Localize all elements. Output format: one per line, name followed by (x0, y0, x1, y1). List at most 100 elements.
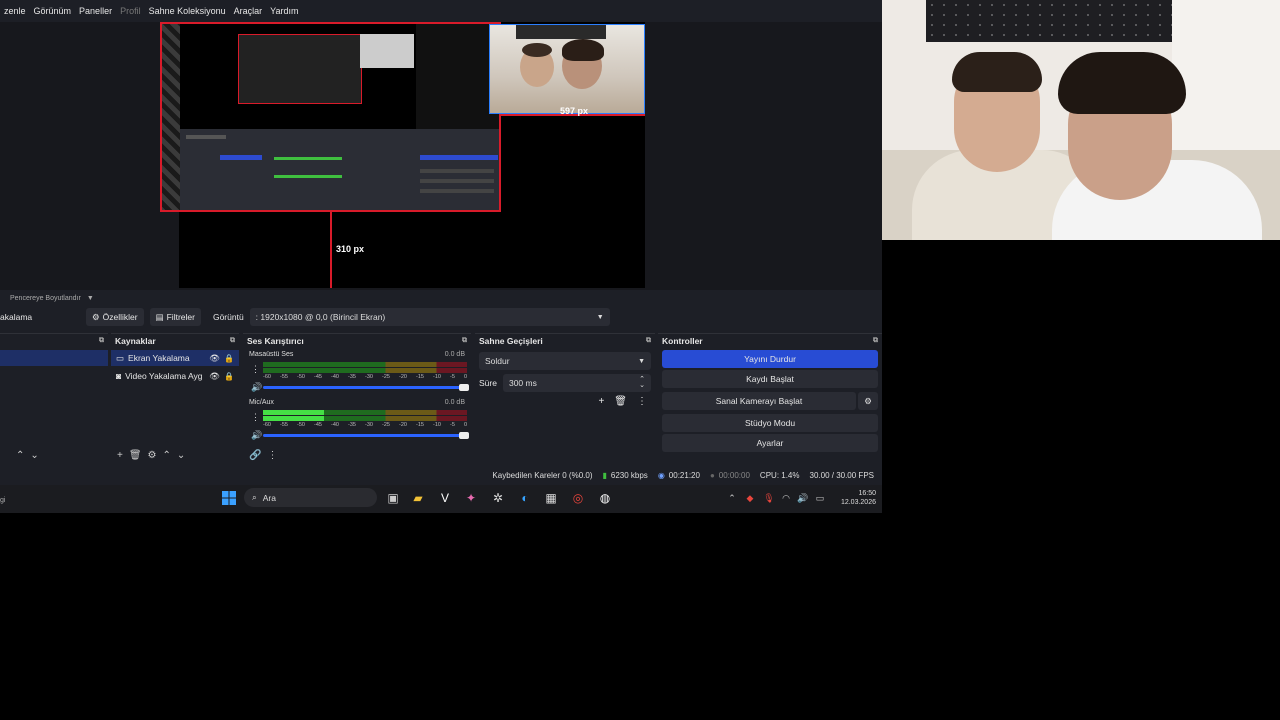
spin-arrows-icon[interactable]: ⌃ ⌄ (639, 376, 645, 389)
properties-button[interactable]: ⚙ Özellikler (86, 308, 144, 326)
source-label: Video Yakalama Ayg (125, 371, 203, 381)
search-icon: ⌕ (252, 492, 257, 502)
obs-icon[interactable]: ◍ (597, 490, 613, 506)
volume-icon[interactable]: 🔊 (795, 490, 811, 506)
undock-icon[interactable]: ⧉ (230, 337, 235, 345)
display-select[interactable]: : 1920x1080 @ 0,0 (Birincil Ekran) ▼ (249, 308, 610, 326)
store-icon[interactable]: ▦ (543, 490, 559, 506)
menu-docks[interactable]: Paneller (75, 6, 116, 16)
chrome-icon[interactable]: ◎ (570, 490, 586, 506)
link-icon[interactable]: 🔗 (249, 450, 261, 461)
scenes-dock-title: ⧉ (0, 334, 108, 348)
battery-icon[interactable]: ▭ (812, 490, 828, 506)
volume-slider[interactable] (263, 384, 469, 391)
slider-knob[interactable] (459, 384, 469, 391)
eye-icon[interactable]: 👁 (209, 353, 220, 364)
tick: -40 (331, 422, 339, 428)
transition-select[interactable]: Soldur ▼ (479, 352, 651, 370)
chatgpt-icon[interactable]: ✲ (490, 490, 506, 506)
settings-button[interactable]: Ayarlar (662, 434, 878, 452)
source-label: Ekran Yakalama (128, 353, 190, 363)
undock-icon[interactable]: ⧉ (462, 337, 467, 345)
duration-spinbox[interactable]: 300 ms ⌃ ⌄ (502, 374, 651, 392)
microphone-icon[interactable]: 🎙 (761, 490, 777, 506)
more-vertical-icon[interactable]: ⋮ (267, 450, 277, 461)
resize-label[interactable]: Pencereye Boyutlandır (10, 295, 81, 302)
speaker-icon[interactable]: 🔊 (251, 430, 262, 441)
studio-mode-button[interactable]: Stüdyo Modu (662, 414, 878, 432)
start-recording-button[interactable]: Kaydı Başlat (662, 370, 878, 388)
menu-view[interactable]: Görünüm (30, 6, 76, 16)
mixer-channel-mic: Mic/Aux 0.0 dB ⋮ -60 -55 -50 -45 -40 -35… (247, 396, 469, 444)
source-item-video-capture[interactable]: ◙ Video Yakalama Ayg 👁 🔒 (111, 368, 239, 384)
level-meter (263, 362, 467, 367)
chevron-up-icon[interactable]: ⌃ (724, 490, 740, 506)
slider-knob[interactable] (459, 432, 469, 439)
task-view-icon[interactable]: ▣ (385, 490, 401, 506)
filters-button[interactable]: ▤ Filtreler (149, 308, 201, 326)
stop-stream-button[interactable]: Yayını Durdur (662, 350, 878, 368)
menu-edit[interactable]: zenle (0, 6, 30, 16)
screen: zenle Görünüm Paneller Profil Sahne Kole… (0, 0, 1280, 720)
chevron-down-icon[interactable]: ⌄ (30, 450, 38, 461)
eye-icon[interactable]: 👁 (209, 371, 220, 382)
more-vertical-icon[interactable]: ⋮ (251, 364, 260, 375)
menu-help[interactable]: Yardım (266, 6, 302, 16)
scene-item[interactable] (0, 350, 108, 366)
windows-start-icon[interactable] (221, 490, 237, 506)
taskbar-search[interactable]: ⌕ Ara (244, 488, 377, 507)
start-virtual-camera-button[interactable]: Sanal Kamerayı Başlat (662, 392, 856, 410)
mixer-dock-title: Ses Karıştırıcı ⧉ (243, 334, 471, 348)
duration-value: 300 ms (508, 378, 537, 388)
mixer-channel-desktop: Masaüstü Ses 0.0 dB ⋮ -60 -55 -50 -45 -4… (247, 348, 469, 396)
wifi-icon[interactable]: ◠ (778, 490, 794, 506)
more-vertical-icon[interactable]: ⋮ (251, 412, 260, 423)
menu-scene-collection[interactable]: Sahne Koleksiyonu (145, 6, 230, 16)
properties-label: Özellikler (102, 312, 138, 322)
undock-icon[interactable]: ⧉ (99, 337, 104, 345)
nested-docks (180, 129, 499, 210)
tick: -20 (399, 374, 407, 380)
lock-icon[interactable]: 🔒 (224, 354, 234, 363)
filter-icon: ▤ (155, 311, 164, 322)
meter-ticks: -60 -55 -50 -45 -40 -35 -30 -25 -20 -15 … (263, 374, 467, 380)
menu-tools[interactable]: Araçlar (230, 6, 267, 16)
speaker-icon[interactable]: 🔊 (251, 382, 262, 393)
search-placeholder: Ara (262, 492, 276, 503)
chevron-up-icon[interactable]: ⌃ (16, 450, 24, 461)
antivirus-icon[interactable]: ◆ (742, 490, 758, 506)
dropped-frames: Kaybedilen Kareler 0 (%0.0) (492, 470, 593, 480)
trash-icon[interactable]: 🗑 (129, 450, 142, 461)
bitrate: 6230 kbps (610, 470, 648, 480)
menu-profile[interactable]: Profil (116, 6, 145, 16)
more-vertical-icon[interactable]: ⋮ (637, 396, 647, 407)
copilot-icon[interactable]: ✦ (463, 490, 479, 506)
source-toolbar: akalama ⚙ Özellikler ▤ Filtreler Görüntü… (0, 307, 882, 327)
file-explorer-icon[interactable]: ▰ (410, 490, 426, 506)
source-item-screen-capture[interactable]: ▭ Ekran Yakalama 👁 🔒 (111, 350, 239, 366)
vpn-app-icon[interactable]: V (437, 490, 453, 506)
lock-icon[interactable]: 🔒 (224, 372, 234, 381)
undock-icon[interactable]: ⧉ (646, 337, 651, 345)
chevron-down-icon: ▼ (596, 313, 604, 321)
gear-icon[interactable]: ⚙ (148, 450, 157, 461)
video-capture-source[interactable] (489, 24, 645, 114)
scenes-dock: ⧉ ⌃ ⌄ (0, 333, 108, 464)
add-icon[interactable]: + (117, 450, 123, 461)
duration-label: Süre (479, 378, 497, 388)
edge-icon[interactable]: ◐ (517, 490, 533, 506)
volume-slider[interactable] (263, 432, 469, 439)
screen-capture-source[interactable] (160, 22, 501, 212)
chevron-down-icon[interactable]: ▼ (87, 295, 94, 302)
add-icon[interactable]: + (598, 396, 604, 407)
preview-area[interactable]: 597 px 310 px (0, 22, 882, 290)
undock-icon[interactable]: ⧉ (873, 337, 878, 345)
chevron-up-icon[interactable]: ⌃ (163, 450, 171, 461)
virtual-camera-settings-button[interactable]: ⚙ (858, 392, 878, 410)
tick: -10 (433, 422, 441, 428)
trash-icon[interactable]: 🗑 (614, 396, 627, 407)
sources-title: Kaynaklar (115, 336, 156, 346)
clock[interactable]: 16:50 12.03.2026 (832, 489, 876, 507)
tick: -50 (297, 374, 305, 380)
chevron-down-icon[interactable]: ⌄ (177, 450, 185, 461)
